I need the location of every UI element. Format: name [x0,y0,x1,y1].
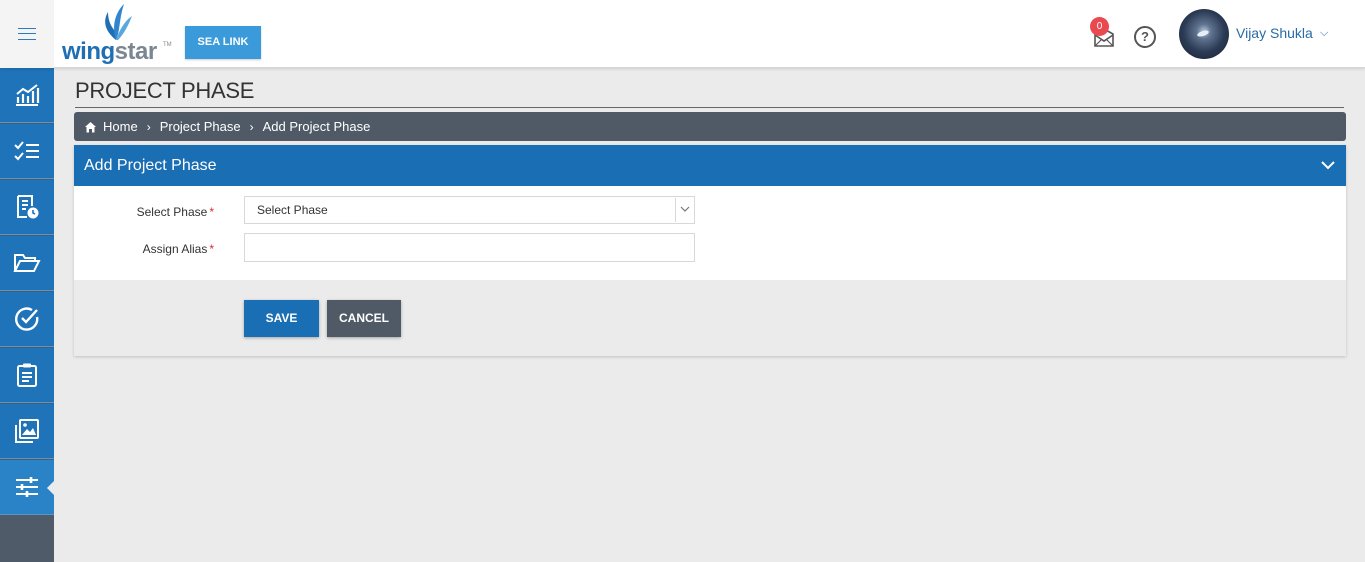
logo-text-main: wing [62,38,115,65]
title-divider [75,107,1344,108]
dropdown-divider [675,198,676,222]
top-header: wingstar TM SEA LINK 0 ? Vijay Shukla ⌵ [0,0,1365,68]
save-button[interactable]: SAVE [244,300,319,337]
logo-wordmark: wingstar [62,38,157,66]
clipboard-icon [17,363,37,387]
chevron-down-icon[interactable]: ⌵ [1320,27,1328,40]
report-clock-icon [17,195,39,219]
sidebar-item-documents[interactable] [0,236,54,291]
breadcrumb-home[interactable]: Home [103,119,138,134]
help-icon[interactable]: ? [1134,26,1156,48]
check-circle-icon [15,307,39,331]
notification-badge: 0 [1090,17,1109,36]
page-title: PROJECT PHASE [75,78,255,103]
user-name[interactable]: Vijay Shukla [1236,25,1313,41]
analytics-icon [16,84,40,106]
sidebar-item-settings[interactable] [0,460,55,515]
breadcrumb: Home › Project Phase › Add Project Phase [74,112,1346,141]
cancel-button[interactable]: CANCEL [327,300,401,337]
sidebar [0,68,55,562]
assign-alias-label: Assign Alias * [74,242,214,256]
required-marker: * [209,205,214,219]
active-indicator [47,480,55,496]
user-avatar[interactable] [1179,9,1229,59]
breadcrumb-project-phase[interactable]: Project Phase [160,119,241,134]
logo-trademark: TM [163,42,172,48]
menu-toggle-button[interactable] [0,0,54,68]
breadcrumb-separator: › [146,119,151,134]
settings-sliders-icon [16,477,38,497]
breadcrumb-separator: › [249,119,254,134]
wing-icon [105,4,132,40]
folder-open-icon [13,254,41,272]
chevron-down-icon[interactable] [1320,157,1336,173]
assign-alias-label-text: Assign Alias [142,242,208,256]
panel-header[interactable]: Add Project Phase [74,145,1346,186]
hamburger-icon [18,28,36,40]
gallery-icon [15,419,39,443]
sidebar-item-dashboard[interactable] [0,68,54,123]
breadcrumb-current: Add Project Phase [262,119,371,134]
chevron-down-icon [680,206,690,212]
project-selector-button[interactable]: SEA LINK [185,26,261,59]
sidebar-item-gallery[interactable] [0,404,54,459]
select-phase-label-text: Select Phase [136,205,208,219]
panel-title: Add Project Phase [84,157,217,174]
select-phase-dropdown[interactable]: Select Phase [244,196,695,224]
home-icon [85,121,96,132]
add-project-phase-panel: Add Project Phase Select Phase * Select P… [74,145,1346,356]
sidebar-item-tasks[interactable] [0,124,54,179]
required-marker: * [209,242,214,256]
wingstar-logo[interactable]: wingstar TM [62,2,172,66]
sidebar-item-checklist[interactable] [0,348,54,403]
task-list-icon [14,141,39,161]
sidebar-item-reports[interactable] [0,180,54,235]
assign-alias-input[interactable] [244,233,695,262]
select-phase-value: Select Phase [257,203,328,217]
sidebar-item-approvals[interactable] [0,292,54,347]
select-phase-label: Select Phase * [74,205,214,219]
logo-text-accent: star [114,38,158,65]
